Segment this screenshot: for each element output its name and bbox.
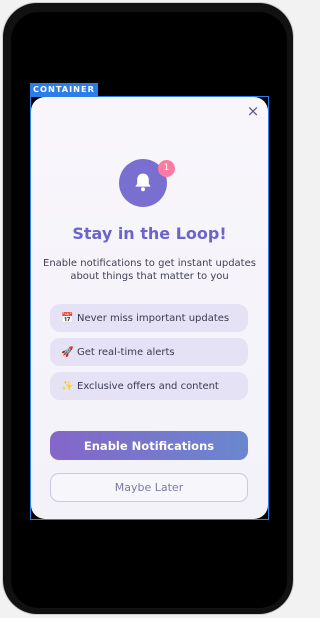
enable-notifications-button[interactable]: Enable Notifications — [50, 431, 248, 460]
calendar-icon: 📅 — [61, 312, 74, 324]
feature-item: ✨ Exclusive offers and content — [50, 372, 248, 400]
container-label: CONTAINER — [30, 83, 98, 96]
feature-label: Get real-time alerts — [77, 346, 175, 358]
feature-item: 📅 Never miss important updates — [50, 304, 248, 332]
feature-label: Never miss important updates — [77, 312, 230, 324]
modal-title: Stay in the Loop! — [72, 224, 227, 243]
feature-item: 🚀 Get real-time alerts — [50, 338, 248, 366]
close-icon: × — [246, 102, 260, 120]
feature-label: Exclusive offers and content — [77, 380, 219, 392]
maybe-later-button[interactable]: Maybe Later — [50, 473, 248, 502]
rocket-icon: 🚀 — [61, 346, 74, 358]
close-button[interactable]: × — [246, 102, 260, 120]
sparkles-icon: ✨ — [61, 380, 74, 392]
notification-modal: × 1 Stay in the Loop! Enable notificatio… — [31, 97, 268, 519]
modal-subtitle: Enable notifications to get instant upda… — [43, 258, 256, 282]
bell-icon — [135, 173, 151, 192]
notification-badge: 1 — [158, 160, 175, 177]
